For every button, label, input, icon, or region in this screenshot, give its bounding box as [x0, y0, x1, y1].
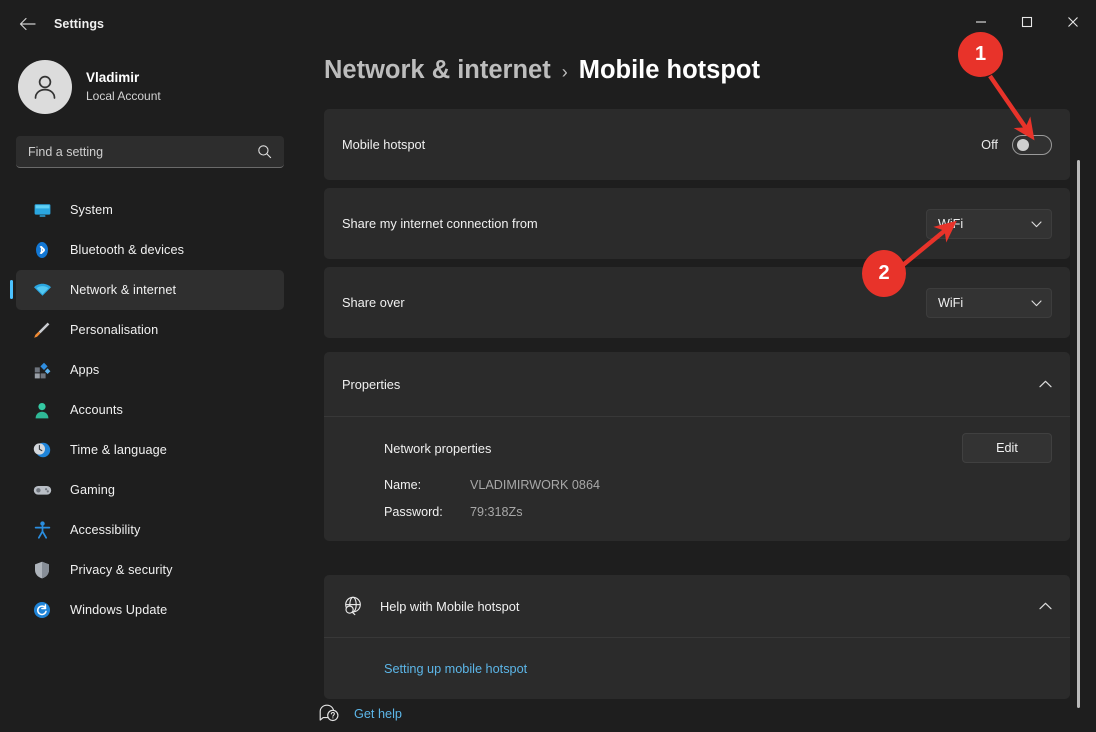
- annotation-arrow-2: [903, 228, 948, 265]
- settings-window: Settings: [0, 0, 1096, 732]
- annotation-badge-1: 1: [958, 32, 1003, 77]
- annotation-arrow-1: [990, 76, 1028, 131]
- annotation-badge-2: 2: [862, 250, 906, 297]
- annotation-arrows: [0, 0, 1096, 732]
